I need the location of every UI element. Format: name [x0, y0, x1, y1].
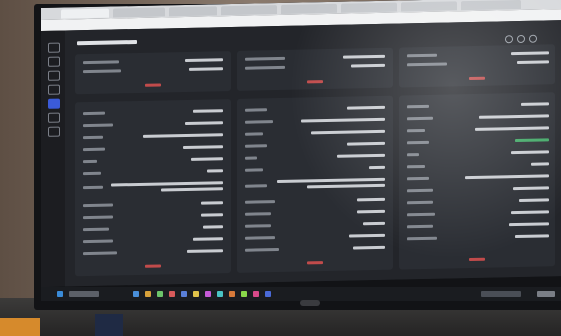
sidebar-icon[interactable]	[48, 42, 60, 53]
browser-tab[interactable]	[169, 6, 217, 17]
monitor-brand-logo	[300, 300, 320, 306]
detail-card	[75, 99, 231, 277]
browser-tab[interactable]	[113, 7, 165, 18]
app-sidebar	[41, 30, 65, 287]
screen-glare	[261, 0, 561, 288]
windows-taskbar	[41, 287, 561, 301]
taskbar-app-icon[interactable]	[205, 291, 211, 297]
sidebar-icon[interactable]	[48, 56, 60, 67]
sidebar-icon-active[interactable]	[48, 98, 60, 109]
clock	[537, 291, 555, 297]
taskbar-app-icon[interactable]	[253, 291, 259, 297]
card-action-link[interactable]	[145, 83, 161, 87]
taskbar-app-icon[interactable]	[157, 291, 163, 297]
taskbar-app-icon[interactable]	[229, 291, 235, 297]
system-tray[interactable]	[481, 291, 521, 297]
start-icon[interactable]	[57, 291, 63, 297]
browser-tab[interactable]	[61, 8, 109, 19]
taskbar-app-icon[interactable]	[145, 291, 151, 297]
monitor-screen	[41, 0, 561, 288]
sidebar-icon[interactable]	[48, 70, 60, 81]
taskbar-app-icon[interactable]	[169, 291, 175, 297]
sidebar-icon[interactable]	[48, 112, 60, 123]
taskbar-app-icon[interactable]	[193, 291, 199, 297]
summary-card	[75, 51, 231, 95]
card-action-link[interactable]	[145, 264, 161, 268]
sticky-note	[0, 318, 40, 336]
taskbar-app-icon[interactable]	[265, 291, 271, 297]
sidebar-icon[interactable]	[48, 126, 60, 137]
taskbar-app-icon[interactable]	[133, 291, 139, 297]
laptop-edge	[95, 314, 123, 336]
search-icon[interactable]	[69, 291, 99, 297]
page-title-blurred	[77, 39, 137, 46]
sidebar-icon[interactable]	[48, 84, 60, 95]
taskbar-app-icon[interactable]	[181, 291, 187, 297]
taskbar-app-icon[interactable]	[217, 291, 223, 297]
taskbar-app-icon[interactable]	[241, 291, 247, 297]
